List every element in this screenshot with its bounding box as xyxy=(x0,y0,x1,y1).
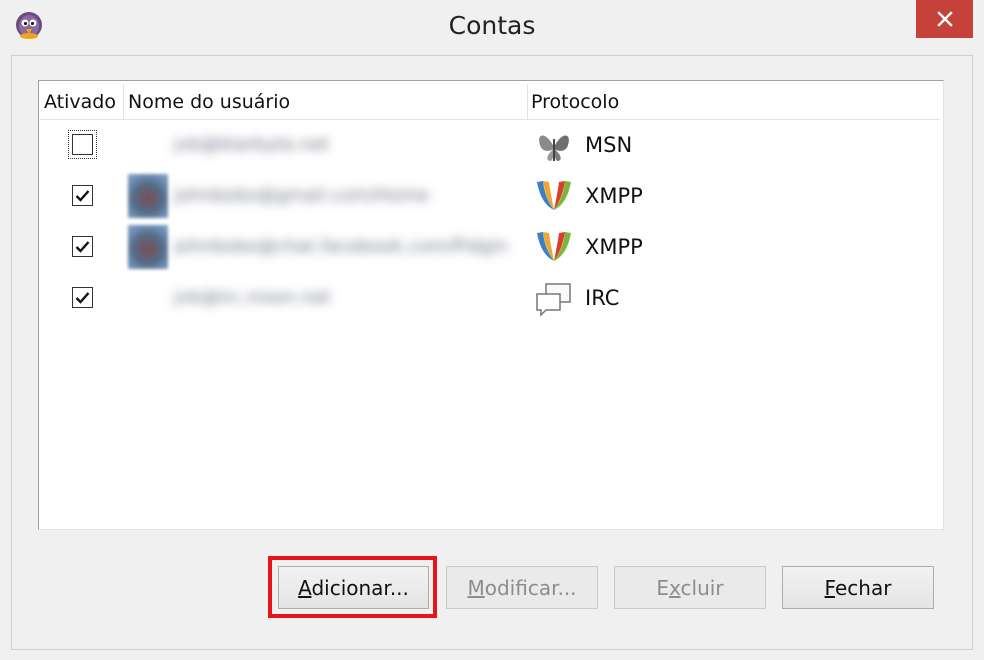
list-item[interactable]: johnbobo@gmail.com/Home XMPP xyxy=(40,172,940,222)
enabled-checkbox[interactable] xyxy=(72,236,93,257)
xmpp-icon xyxy=(537,181,571,210)
msn-butterfly-icon xyxy=(539,135,569,161)
xmpp-icon xyxy=(537,232,571,261)
column-separator[interactable] xyxy=(527,84,528,119)
account-username: jvb@irc.nixon.net xyxy=(174,287,331,308)
account-username: johnbobo@gmail.com/Home xyxy=(174,185,430,206)
list-item[interactable]: jvb@irc.nixon.net IRC xyxy=(40,274,940,324)
list-item[interactable]: jvb@blarbyte.net MSN xyxy=(40,121,940,171)
modify-account-button[interactable]: Modificar... xyxy=(446,566,598,609)
avatar xyxy=(128,225,168,269)
column-separator[interactable] xyxy=(123,84,124,119)
checkmark-icon xyxy=(75,190,90,202)
protocol-label: MSN xyxy=(585,133,633,157)
close-window-button[interactable] xyxy=(916,0,973,38)
account-username: jvb@blarbyte.net xyxy=(174,134,330,155)
protocol-label: XMPP xyxy=(585,235,643,259)
highlight-box xyxy=(268,556,437,618)
delete-account-button[interactable]: Excluir xyxy=(614,566,766,609)
list-header: Ativado Nome do usuário Protocolo xyxy=(40,83,940,120)
enabled-checkbox[interactable] xyxy=(68,130,97,159)
window-title: Contas xyxy=(448,11,536,40)
close-icon xyxy=(936,11,953,27)
protocol-label: IRC xyxy=(585,286,620,310)
list-item[interactable]: johnbobo@chat.facebook.com/Pidgin XMPP xyxy=(40,223,940,273)
close-button-label: Fechar xyxy=(824,575,892,600)
enabled-checkbox[interactable] xyxy=(72,287,93,308)
enabled-checkbox[interactable] xyxy=(72,185,93,206)
checkmark-icon xyxy=(75,241,90,253)
modify-button-label: Modificar... xyxy=(467,575,577,600)
irc-chat-bubbles-icon xyxy=(536,283,571,317)
checkmark-icon xyxy=(75,292,90,304)
column-header-username[interactable]: Nome do usuário xyxy=(128,91,290,113)
protocol-label: XMPP xyxy=(585,184,643,208)
close-dialog-button[interactable]: Fechar xyxy=(782,566,934,609)
avatar xyxy=(128,174,168,218)
column-header-protocol[interactable]: Protocolo xyxy=(531,91,619,113)
delete-button-label: Excluir xyxy=(656,575,724,600)
column-header-enabled[interactable]: Ativado xyxy=(44,91,116,113)
title-bar: Contas xyxy=(0,0,984,50)
account-username: johnbobo@chat.facebook.com/Pidgin xyxy=(174,236,508,257)
